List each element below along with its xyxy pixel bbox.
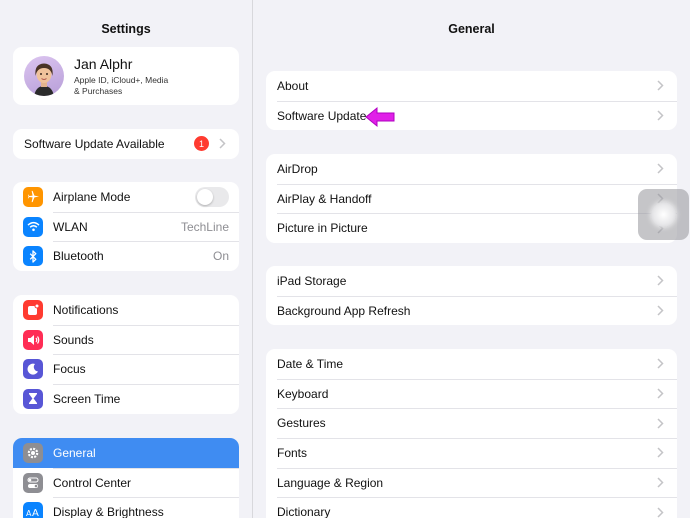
system-group: General Control Center AA Display & Brig… xyxy=(13,438,239,518)
row-label: AirDrop xyxy=(277,161,318,176)
apple-id-profile[interactable]: Jan Alphr Apple ID, iCloud+, Media & Pur… xyxy=(13,47,239,105)
airplane-mode-toggle[interactable] xyxy=(195,186,229,207)
software-update-available-card: Software Update Available 1 xyxy=(13,129,239,159)
row-label: Background App Refresh xyxy=(277,303,411,318)
row-label: Dictionary xyxy=(277,505,331,518)
sidebar-item-label: Sounds xyxy=(53,332,94,347)
sidebar-item-label: Control Center xyxy=(53,475,132,490)
sidebar-item-label: Display & Brightness xyxy=(53,505,164,518)
sidebar-item-control-center[interactable]: Control Center xyxy=(13,467,239,498)
chevron-right-icon xyxy=(653,275,667,286)
svg-text:A: A xyxy=(32,508,39,517)
airdrop-row[interactable]: AirDrop xyxy=(266,154,677,184)
row-label: Fonts xyxy=(277,445,308,460)
gear-icon xyxy=(23,442,43,463)
chevron-right-icon xyxy=(653,447,667,458)
update-badge: 1 xyxy=(194,136,209,152)
sidebar-item-general[interactable]: General xyxy=(13,438,239,468)
row-label: iPad Storage xyxy=(277,273,347,288)
speaker-icon xyxy=(23,329,43,350)
sidebar-item-notifications[interactable]: Notifications xyxy=(13,295,239,325)
chevron-right-icon xyxy=(653,163,667,174)
toggle-knob xyxy=(197,188,213,205)
airplane-icon xyxy=(23,186,43,207)
settings-sidebar: Settings Jan Alphr Apple ID, iCloud+, Me… xyxy=(0,0,253,518)
chevron-right-icon xyxy=(653,80,667,91)
dictionary-row[interactable]: Dictionary xyxy=(266,497,677,518)
row-label: Date & Time xyxy=(277,356,344,371)
storage-group: iPad Storage Background App Refresh xyxy=(266,266,677,326)
background-app-refresh-row[interactable]: Background App Refresh xyxy=(266,295,677,326)
bell-icon xyxy=(23,299,43,320)
chevron-right-icon xyxy=(653,358,667,369)
sidebar-item-label: Airplane Mode xyxy=(53,189,131,204)
sidebar-item-wlan[interactable]: WLAN TechLine xyxy=(13,211,239,242)
wifi-icon xyxy=(23,216,43,237)
chevron-right-icon xyxy=(653,418,667,429)
profile-subtitle-line2: & Purchases xyxy=(74,85,123,96)
row-label: Picture in Picture xyxy=(277,221,368,236)
sidebar-title: Settings xyxy=(101,22,151,36)
sidebar-item-label: Focus xyxy=(53,362,86,377)
hourglass-icon xyxy=(23,388,43,409)
sidebar-item-label: Notifications xyxy=(53,302,119,317)
chevron-right-icon xyxy=(653,477,667,488)
sidebar-item-airplane-mode[interactable]: Airplane Mode xyxy=(13,182,239,212)
assistive-touch-icon xyxy=(651,202,676,227)
fonts-row[interactable]: Fonts xyxy=(266,438,677,468)
page-title: General xyxy=(448,22,495,36)
notifications-group: Notifications Sounds Focus Screen Time xyxy=(13,295,239,414)
sidebar-item-sounds[interactable]: Sounds xyxy=(13,324,239,355)
chevron-right-icon xyxy=(653,388,667,399)
airdrop-group: AirDrop AirPlay & Handoff Picture in Pic… xyxy=(266,154,677,244)
sidebar-item-bluetooth[interactable]: Bluetooth On xyxy=(13,241,239,271)
row-label: Software Update xyxy=(277,108,367,123)
chevron-right-icon xyxy=(653,110,667,121)
picture-in-picture-row[interactable]: Picture in Picture xyxy=(266,213,677,243)
chevron-right-icon xyxy=(653,305,667,316)
assistive-touch-button[interactable] xyxy=(638,189,689,240)
about-group: About Software Update xyxy=(266,71,677,131)
profile-name: Jan Alphr xyxy=(74,56,133,72)
sidebar-item-focus[interactable]: Focus xyxy=(13,354,239,384)
row-label: Language & Region xyxy=(277,475,384,490)
switches-icon xyxy=(23,472,43,493)
sidebar-item-label: WLAN xyxy=(53,219,88,234)
bluetooth-value: On xyxy=(212,249,229,264)
profile-text: Jan Alphr Apple ID, iCloud+, Media & Pur… xyxy=(74,56,168,96)
about-row[interactable]: About xyxy=(266,71,677,101)
profile-subtitle-line1: Apple ID, iCloud+, Media xyxy=(74,75,169,85)
software-update-row[interactable]: Software Update xyxy=(266,100,677,131)
bluetooth-icon xyxy=(23,246,43,267)
chevron-right-icon xyxy=(653,507,667,518)
sidebar-item-screen-time[interactable]: Screen Time xyxy=(13,384,239,414)
sidebar-item-label: Bluetooth xyxy=(53,249,104,264)
date-time-row[interactable]: Date & Time xyxy=(266,349,677,379)
text-size-icon: AA xyxy=(23,502,43,518)
avatar xyxy=(24,56,64,96)
gestures-row[interactable]: Gestures xyxy=(266,408,677,438)
wlan-value: TechLine xyxy=(180,219,229,234)
language-region-row[interactable]: Language & Region xyxy=(266,467,677,498)
sidebar-item-label: General xyxy=(53,445,96,460)
software-update-available-row[interactable]: Software Update Available 1 xyxy=(13,129,239,159)
row-label: Keyboard xyxy=(277,386,329,401)
keyboard-row[interactable]: Keyboard xyxy=(266,378,677,409)
sidebar-item-display-brightness[interactable]: AA Display & Brightness xyxy=(13,497,239,518)
row-label: AirPlay & Handoff xyxy=(277,191,372,206)
row-label: Gestures xyxy=(277,416,326,431)
airplay-handoff-row[interactable]: AirPlay & Handoff xyxy=(266,183,677,214)
software-update-available-label: Software Update Available xyxy=(24,136,165,151)
profile-subtitle: Apple ID, iCloud+, Media & Purchases xyxy=(74,75,168,96)
general-detail-pane: General About Software Update AirDrop Ai… xyxy=(253,0,690,518)
moon-icon xyxy=(23,359,43,380)
connectivity-group: Airplane Mode WLAN TechLine Bluetooth On xyxy=(13,182,239,272)
annotation-arrow-icon xyxy=(365,106,395,128)
ipad-storage-row[interactable]: iPad Storage xyxy=(266,266,677,296)
language-group: Date & Time Keyboard Gestures Fonts Lang… xyxy=(266,349,677,518)
row-label: About xyxy=(277,78,309,93)
chevron-right-icon xyxy=(215,138,229,149)
sidebar-item-label: Screen Time xyxy=(53,391,121,406)
